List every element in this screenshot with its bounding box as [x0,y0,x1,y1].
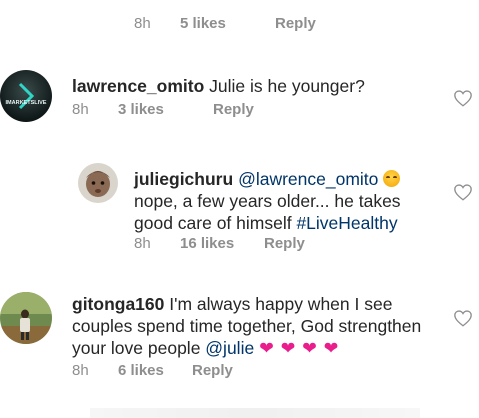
reply-button[interactable]: Reply [264,235,305,252]
comment-username[interactable]: juliegichuru [134,169,233,189]
comment-body-line: I'm always happy when I see [169,294,393,314]
smiling-emoji-icon [383,170,401,187]
comment-username[interactable]: gitonga160 [72,294,164,314]
comment-username[interactable]: lawrence_omito [72,76,204,96]
comment-meta-row: 8h 6 likes Reply [72,362,233,379]
comment-body-line: your love people [72,338,206,358]
avatar-lawrence-omito[interactable]: IMARKETSLIVE [0,70,52,122]
comment-text: gitonga160 I'm always happy when I see c… [72,293,452,359]
comment-likes-link[interactable]: 3 likes [118,101,213,118]
comment-meta-row: 8h 5 likes Reply [134,15,316,32]
like-heart-icon[interactable] [453,89,473,107]
comment-body-line: nope, a few years older... he takes [134,191,401,211]
comment-meta-row: 8h 3 likes Reply [72,101,254,118]
comment-likes-link[interactable]: 6 likes [118,362,192,379]
cropped-next-comment [90,408,420,418]
comment-text: juliegichuru @lawrence_omito nope, a few… [134,168,454,234]
mention-link[interactable]: @lawrence_omito [238,169,378,189]
reply-button[interactable]: Reply [192,362,233,379]
comment-body-line: couples spend time together, God strengt… [72,316,422,336]
comment-timestamp: 8h [134,15,151,32]
avatar-logo-text: IMARKETSLIVE [6,100,47,106]
like-heart-icon[interactable] [453,309,473,327]
pink-heart-emoji-icon: ❤ ❤ ❤ ❤ [259,338,340,358]
comment-likes-link[interactable]: 16 likes [180,235,264,252]
mention-link[interactable]: @julie [205,338,254,358]
comment-timestamp: 8h [72,362,89,379]
comment-likes-link[interactable]: 5 likes [180,15,275,32]
comment-text: lawrence_omito Julie is he younger? [72,75,365,97]
comment-timestamp: 8h [72,101,89,118]
reply-button[interactable]: Reply [213,101,254,118]
reply-button[interactable]: Reply [275,15,316,32]
comment-meta-row: 8h 16 likes Reply [134,235,305,252]
comment-body-line: good care of himself [134,213,297,233]
hashtag-link[interactable]: #LiveHealthy [296,213,397,233]
comment-timestamp: 8h [134,235,151,252]
avatar-gitonga160[interactable] [0,292,52,344]
comment-body: Julie is he younger? [209,76,365,96]
avatar-juliegichuru[interactable] [78,163,118,203]
like-heart-icon[interactable] [453,183,473,201]
